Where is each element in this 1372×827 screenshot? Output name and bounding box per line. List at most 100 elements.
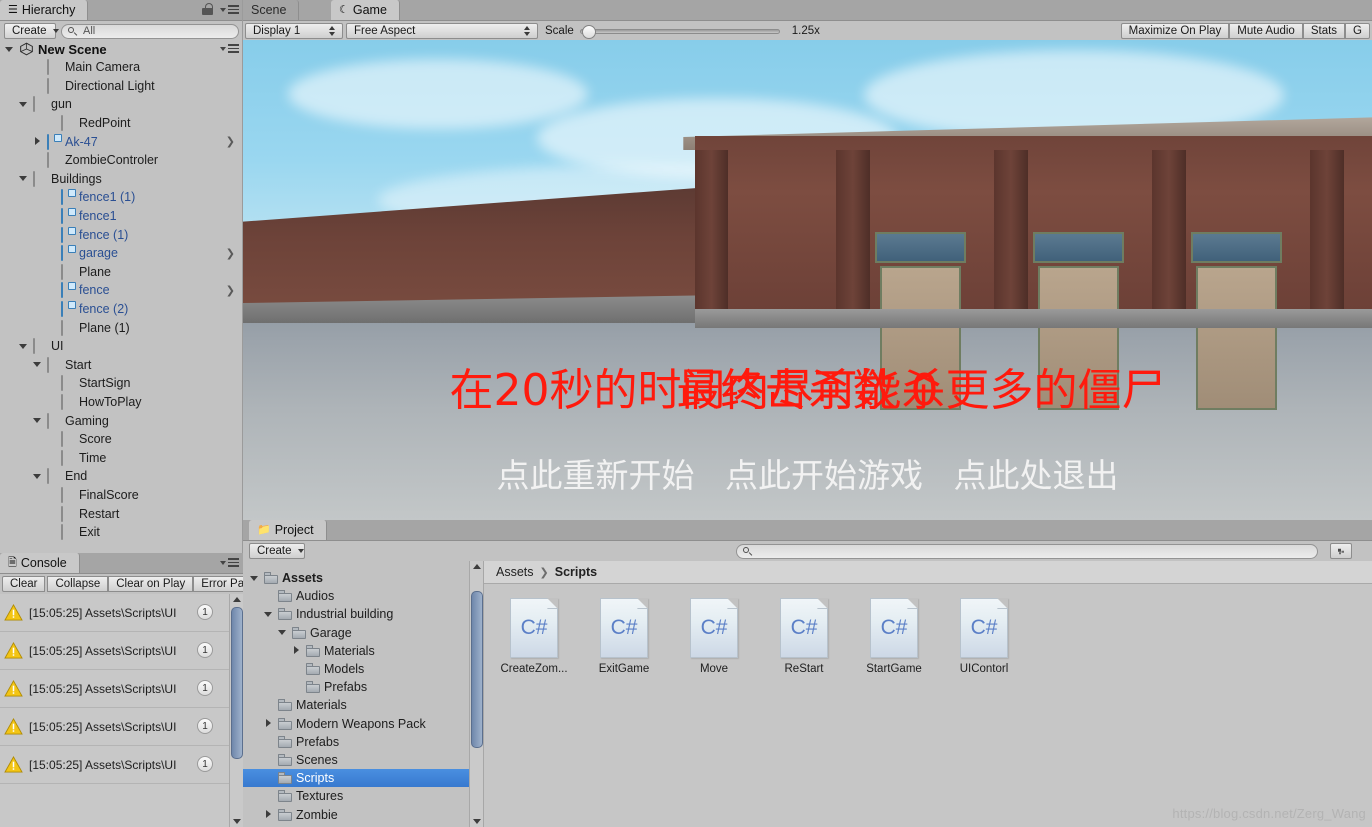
console-log-list[interactable]: [15:05:25] Assets\Scripts\UI 1 [15:05:25] … bbox=[0, 594, 243, 827]
hierarchy-item-main-camera[interactable]: Main Camera bbox=[0, 58, 243, 77]
project-folder-models[interactable]: Models bbox=[243, 660, 469, 678]
chevron-down-icon[interactable] bbox=[18, 341, 29, 352]
chevron-right-icon[interactable] bbox=[291, 645, 302, 656]
stats-button[interactable]: Stats bbox=[1302, 23, 1346, 39]
exit-button-text[interactable]: 点此处退出 bbox=[954, 456, 1119, 495]
chevron-right-icon[interactable]: ❯ bbox=[226, 135, 235, 148]
project-folder-modern-weapons-pack[interactable]: Modern Weapons Pack bbox=[243, 715, 469, 733]
asset-item[interactable]: C# StartGame bbox=[858, 598, 930, 675]
hierarchy-item-garage[interactable]: garage ❯ bbox=[0, 244, 243, 263]
hierarchy-item-gaming[interactable]: Gaming bbox=[0, 411, 243, 430]
hierarchy-item-zombiecontroler[interactable]: ZombieControler bbox=[0, 151, 243, 170]
tab-game[interactable]: ☾ Game bbox=[331, 0, 400, 20]
game-render-surface[interactable]: 在20秒的时间内尽可能杀更多的僵尸 最终击杀数 0 点此重新开始 点此开始游戏 … bbox=[243, 40, 1372, 520]
display-select[interactable]: Display 1 bbox=[245, 23, 343, 39]
console-log-row[interactable]: [15:05:25] Assets\Scripts\UI 1 bbox=[0, 746, 229, 784]
scroll-down-icon[interactable] bbox=[470, 816, 483, 827]
asset-item[interactable]: C# ReStart bbox=[768, 598, 840, 675]
hierarchy-item-score[interactable]: Score bbox=[0, 430, 243, 449]
project-folder-industrial-building[interactable]: Industrial building bbox=[243, 605, 469, 623]
chevron-down-icon[interactable] bbox=[18, 99, 29, 110]
chevron-down-icon[interactable] bbox=[4, 44, 15, 55]
tab-hierarchy[interactable]: ☰ Hierarchy bbox=[0, 0, 89, 20]
chevron-down-icon[interactable] bbox=[277, 627, 288, 638]
tab-project[interactable]: 📁 Project bbox=[249, 520, 327, 540]
hierarchy-search-input[interactable]: All bbox=[61, 23, 239, 39]
console-clear-button[interactable]: Clear bbox=[2, 576, 46, 592]
chevron-right-icon[interactable] bbox=[263, 718, 274, 729]
hierarchy-item-fence1-1[interactable]: fence1 (1) bbox=[0, 188, 243, 207]
project-folder-scenes[interactable]: Scenes bbox=[243, 751, 469, 769]
chevron-down-icon[interactable] bbox=[263, 609, 274, 620]
chevron-down-icon[interactable] bbox=[249, 573, 260, 584]
scroll-down-icon[interactable] bbox=[230, 816, 243, 827]
hierarchy-item-start[interactable]: Start bbox=[0, 356, 243, 375]
tab-console[interactable]: 🗎 Console bbox=[0, 553, 80, 573]
chevron-right-icon[interactable] bbox=[263, 809, 274, 820]
hierarchy-item-plane-1[interactable]: Plane (1) bbox=[0, 318, 243, 337]
hierarchy-item-fence[interactable]: fence ❯ bbox=[0, 281, 243, 300]
scale-slider-handle[interactable] bbox=[581, 25, 596, 39]
console-options-icon[interactable] bbox=[217, 556, 239, 569]
scroll-up-icon[interactable] bbox=[230, 594, 243, 605]
hierarchy-item-redpoint[interactable]: RedPoint bbox=[0, 114, 243, 133]
hierarchy-item-fence-2[interactable]: fence (2) bbox=[0, 300, 243, 319]
asset-item[interactable]: C# UIContorl bbox=[948, 598, 1020, 675]
breadcrumb-assets[interactable]: Assets bbox=[496, 565, 534, 579]
project-folder-scripts[interactable]: Scripts bbox=[243, 769, 469, 788]
console-scroll-thumb[interactable] bbox=[231, 607, 243, 759]
project-asset-grid[interactable]: C# CreateZom... C# ExitGame C# Move C# ReStart C… bbox=[484, 584, 1372, 827]
project-folder-garage[interactable]: Garage bbox=[243, 624, 469, 642]
hierarchy-item-buildings[interactable]: Buildings bbox=[0, 170, 243, 189]
console-scrollbar[interactable] bbox=[229, 594, 243, 827]
console-log-row[interactable]: [15:05:25] Assets\Scripts\UI 1 bbox=[0, 708, 229, 746]
hierarchy-create-button[interactable]: Create bbox=[4, 23, 59, 39]
console-collapse-button[interactable]: Collapse bbox=[47, 576, 109, 592]
hierarchy-item-plane[interactable]: Plane bbox=[0, 263, 243, 282]
chevron-right-icon[interactable] bbox=[32, 136, 43, 147]
project-folder-prefabs[interactable]: Prefabs bbox=[243, 733, 469, 751]
tab-scene[interactable]: Scene bbox=[243, 0, 300, 20]
chevron-right-icon[interactable]: ❯ bbox=[226, 284, 235, 297]
lock-icon[interactable] bbox=[202, 3, 213, 16]
hierarchy-tree[interactable]: New Scene Main Camera Directional Light gu… bbox=[0, 40, 243, 553]
project-search-input[interactable] bbox=[736, 543, 1318, 559]
hierarchy-item-exit[interactable]: Exit bbox=[0, 523, 243, 542]
start-game-button-text[interactable]: 点此开始游戏 bbox=[725, 456, 923, 495]
scene-options-icon[interactable] bbox=[217, 42, 239, 55]
project-folder-assets[interactable]: Assets bbox=[243, 569, 469, 587]
asset-item[interactable]: C# ExitGame bbox=[588, 598, 660, 675]
mute-audio-button[interactable]: Mute Audio bbox=[1229, 23, 1303, 39]
hierarchy-item-end[interactable]: End bbox=[0, 467, 243, 486]
hierarchy-item-fence-1[interactable]: fence (1) bbox=[0, 225, 243, 244]
maximize-on-play-button[interactable]: Maximize On Play bbox=[1120, 23, 1230, 39]
project-folder-textures[interactable]: Textures bbox=[243, 787, 469, 805]
project-tree-scrollbar[interactable] bbox=[469, 561, 483, 827]
project-folder-zombie[interactable]: Zombie bbox=[243, 805, 469, 823]
hierarchy-item-ui[interactable]: UI bbox=[0, 337, 243, 356]
hierarchy-item-directional-light[interactable]: Directional Light bbox=[0, 77, 243, 96]
hierarchy-item-time[interactable]: Time bbox=[0, 448, 243, 467]
hierarchy-item-gun[interactable]: gun bbox=[0, 95, 243, 114]
hierarchy-item-finalscore[interactable]: FinalScore bbox=[0, 486, 243, 505]
project-create-button[interactable]: Create bbox=[249, 543, 305, 559]
hierarchy-item-howtoplay[interactable]: HowToPlay bbox=[0, 393, 243, 412]
project-tree-scroll-thumb[interactable] bbox=[471, 591, 483, 748]
project-folder-tree[interactable]: Assets Audios Industrial building Garage Mat… bbox=[243, 561, 484, 827]
asset-item[interactable]: C# Move bbox=[678, 598, 750, 675]
chevron-right-icon[interactable]: ❯ bbox=[226, 247, 235, 260]
aspect-select[interactable]: Free Aspect bbox=[346, 23, 538, 39]
chevron-down-icon[interactable] bbox=[32, 471, 43, 482]
hierarchy-item-fence1[interactable]: fence1 bbox=[0, 207, 243, 226]
hierarchy-options-icon[interactable] bbox=[217, 3, 239, 16]
scene-header-row[interactable]: New Scene bbox=[0, 40, 243, 58]
hierarchy-item-startsign[interactable]: StartSign bbox=[0, 374, 243, 393]
project-folder-materials[interactable]: Materials bbox=[243, 696, 469, 714]
breadcrumb-scripts[interactable]: Scripts bbox=[555, 565, 597, 579]
scroll-up-icon[interactable] bbox=[470, 561, 483, 572]
console-log-row[interactable]: [15:05:25] Assets\Scripts\UI 1 bbox=[0, 670, 229, 708]
gizmos-button[interactable]: G bbox=[1345, 23, 1370, 39]
asset-item[interactable]: C# CreateZom... bbox=[498, 598, 570, 675]
hierarchy-item-restart[interactable]: Restart bbox=[0, 504, 243, 523]
console-log-row[interactable]: [15:05:25] Assets\Scripts\UI 1 bbox=[0, 594, 229, 632]
